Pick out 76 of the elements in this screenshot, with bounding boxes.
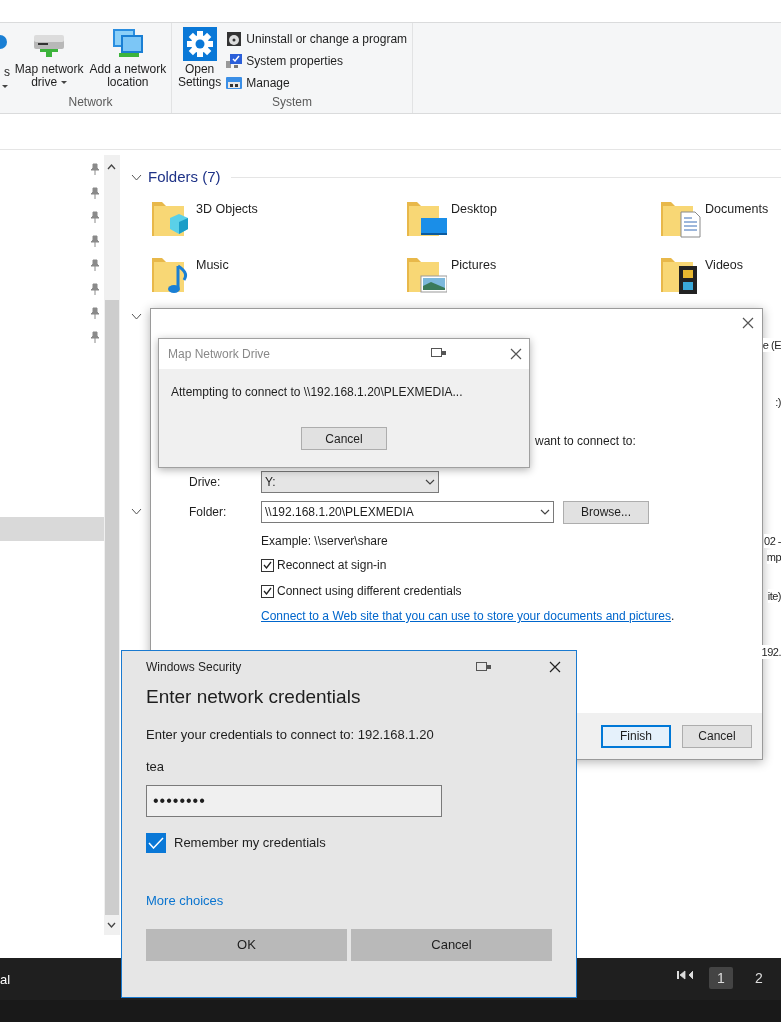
window-title: Windows Security	[146, 659, 242, 676]
close-icon	[510, 348, 522, 360]
folder-item[interactable]: Music	[150, 252, 405, 294]
pin-icon	[90, 163, 100, 175]
ribbon-item[interactable]: System properties	[226, 52, 408, 70]
scrollbar[interactable]	[104, 155, 120, 935]
page-button[interactable]: 2	[747, 967, 771, 989]
computer-icon	[226, 75, 243, 91]
window-icon	[476, 662, 492, 672]
pin-icon	[90, 307, 100, 319]
web-site-link[interactable]: Connect to a Web site that you can use to store your documents and pictures	[261, 607, 671, 625]
link-punctuation: .	[671, 608, 675, 625]
example-text: Example: \\server\share	[261, 533, 389, 550]
dialog-button[interactable]: Cancel	[682, 724, 752, 748]
checkbox-option[interactable]: Remember my credentials	[146, 833, 552, 853]
pin-icon	[90, 211, 100, 223]
checkbox-option[interactable]: Reconnect at sign-in	[261, 555, 675, 575]
drive-dropdown[interactable]: Y:	[261, 471, 439, 493]
selected-nav-row[interactable]	[0, 517, 104, 541]
progress-message: Attempting to connect to \\192.168.1.20\PLEXMEDIA...	[170, 384, 464, 401]
item-label: :)	[775, 395, 781, 409]
collapse-chevron-icon	[131, 508, 142, 515]
folder-item[interactable]: Pictures	[405, 252, 659, 294]
prompt-text: want to connect to:	[535, 433, 636, 450]
checkbox[interactable]	[261, 558, 274, 572]
group-label: Network	[68, 94, 113, 111]
item-label: ite)	[767, 589, 781, 603]
pin-icon	[90, 331, 100, 343]
monitor-icon	[226, 53, 243, 69]
cancel-button[interactable]: Cancel	[301, 427, 387, 450]
scrollbar-thumb[interactable]	[105, 300, 119, 915]
group-label: System	[272, 94, 312, 111]
pin-icon	[90, 187, 100, 199]
scroll-up-icon	[107, 164, 116, 170]
dialog-button[interactable]: Finish	[601, 724, 671, 748]
close-icon	[742, 317, 754, 329]
ribbon-item[interactable]: Manage	[226, 74, 408, 92]
username-text: tea	[146, 758, 166, 775]
window-icon	[431, 348, 447, 358]
checkbox[interactable]	[146, 833, 166, 853]
pin-icon	[90, 283, 100, 295]
dialog-button[interactable]: Cancel	[351, 928, 552, 961]
settings-icon	[182, 27, 217, 61]
checkbox[interactable]	[261, 584, 274, 598]
ribbon-item[interactable]: Uninstall or change a program	[226, 30, 408, 48]
pin-icon	[90, 235, 100, 247]
checkbox-option[interactable]: Connect using different credentials	[261, 581, 675, 601]
item-label: 192.	[761, 645, 781, 659]
pin-icon	[90, 259, 100, 271]
footer-text: al	[0, 971, 11, 989]
page-button[interactable]: 1	[709, 967, 733, 989]
ribbon-label[interactable]: s	[4, 65, 10, 79]
network-ribbon-button[interactable]: Add a network location	[88, 27, 168, 89]
folder-item[interactable]: 3D Objects	[150, 196, 405, 238]
network-ribbon-button[interactable]: Map network drive	[13, 27, 85, 89]
window-title: Map Network Drive	[168, 346, 271, 363]
field-label: Drive:	[189, 474, 222, 491]
section-header[interactable]: Folders (7)	[148, 166, 221, 189]
folder-item[interactable]: Desktop	[405, 196, 659, 238]
collapse-chevron-icon	[131, 313, 142, 320]
more-choices-link[interactable]: More choices	[146, 891, 224, 911]
prompt-text: Enter your credentials to connect to: 192.168.1.20	[146, 726, 435, 743]
folder-item[interactable]: Videos	[659, 252, 780, 294]
close-icon	[549, 661, 561, 673]
system-ribbon-button[interactable]: Open Settings	[176, 27, 223, 89]
folder-item[interactable]: Documents	[659, 196, 780, 238]
dialog-heading: Enter network credentials	[146, 685, 362, 709]
first-prev-page-icon	[677, 970, 695, 980]
folder-dropdown[interactable]: \\192.168.1.20\PLEXMEDIA	[261, 501, 554, 523]
password-field[interactable]: ••••••••	[146, 785, 442, 817]
dialog-button[interactable]: OK	[146, 928, 347, 961]
browse-button[interactable]: Browse...	[563, 500, 649, 524]
globe-icon	[0, 35, 10, 49]
item-label: 02 -	[764, 534, 781, 548]
field-label: Folder:	[189, 504, 228, 521]
scroll-down-icon	[107, 922, 116, 928]
